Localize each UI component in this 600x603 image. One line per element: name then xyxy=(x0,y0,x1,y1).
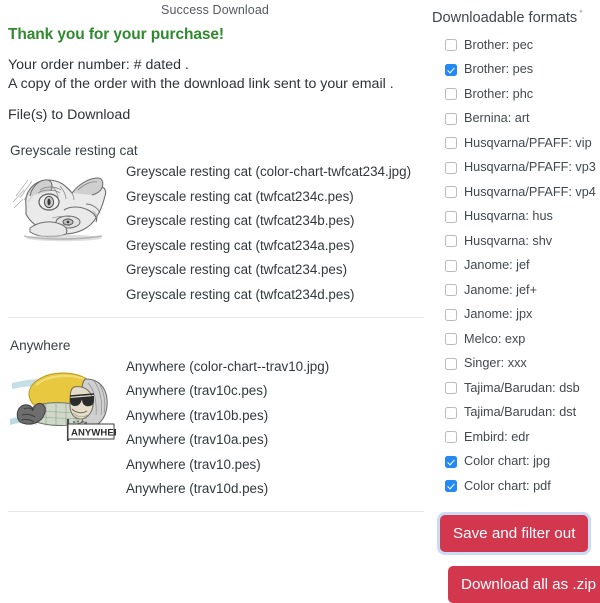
checkbox-icon[interactable] xyxy=(445,186,457,199)
checkbox-label: Brother: pes xyxy=(464,62,534,77)
action-buttons: Save and filter out Download all as .zip xyxy=(432,514,600,603)
format-checkbox-melco-exp[interactable]: Melco: exp xyxy=(432,327,600,352)
checkbox-label: Husqvarna/PFAFF: vp3 xyxy=(464,160,596,175)
checkbox-label: Tajima/Barudan: dst xyxy=(464,405,577,420)
format-checkbox-husqvarna-pfaff-vip[interactable]: Husqvarna/PFAFF: vip xyxy=(432,131,600,156)
file-link-list: Greyscale resting cat (color-chart-twfca… xyxy=(126,164,424,301)
section-divider xyxy=(8,511,424,513)
checkbox-icon[interactable] xyxy=(445,88,457,101)
checkbox-icon[interactable] xyxy=(445,235,457,248)
checkbox-icon[interactable] xyxy=(445,39,457,52)
checkbox-label: Tajima/Barudan: dsb xyxy=(464,380,580,395)
product-thumbnail-wrapper: ANYWHERE xyxy=(8,359,126,447)
format-checkbox-janome-jef[interactable]: Janome: jef xyxy=(432,254,600,279)
product-group-anywhere: Anywhere ANYWHE Anywhere (color-chart--t… xyxy=(8,337,424,513)
checkbox-icon[interactable] xyxy=(445,431,457,444)
file-link[interactable]: Anywhere (trav10c.pes) xyxy=(126,384,424,408)
format-checkbox-husqvarna-hus[interactable]: Husqvarna: hus xyxy=(432,205,600,230)
checkbox-icon[interactable] xyxy=(445,259,457,272)
product-thumbnail-wrapper xyxy=(8,164,126,253)
format-checkbox-tajima-barudan-dst[interactable]: Tajima/Barudan: dst xyxy=(432,401,600,426)
checkbox-label: Brother: pec xyxy=(464,37,534,52)
thank-you-heading: Thank you for your purchase! xyxy=(8,26,224,43)
checkbox-icon[interactable] xyxy=(445,210,457,223)
file-link[interactable]: Greyscale resting cat (twfcat234b.pes) xyxy=(126,214,424,238)
checkbox-label: Husqvarna: hus xyxy=(464,209,553,224)
checkbox-label: Husqvarna/PFAFF: vp4 xyxy=(464,184,596,199)
checkbox-icon[interactable] xyxy=(445,406,457,419)
file-link[interactable]: Anywhere (trav10b.pes) xyxy=(126,408,424,433)
checkbox-label: Embird: edr xyxy=(464,429,530,444)
anywhere-thumbnail: ANYWHERE xyxy=(8,360,116,447)
file-link[interactable]: Anywhere (trav10d.pes) xyxy=(126,482,424,496)
file-link[interactable]: Greyscale resting cat (twfcat234d.pes) xyxy=(126,287,424,301)
format-checkbox-brother-phc[interactable]: Brother: phc xyxy=(432,82,600,107)
file-link[interactable]: Greyscale resting cat (color-chart-twfca… xyxy=(126,165,424,189)
checkbox-checked-icon[interactable] xyxy=(445,63,457,76)
format-checkbox-janome-jef-plus[interactable]: Janome: jef+ xyxy=(432,278,600,303)
checkbox-icon[interactable] xyxy=(445,382,457,395)
checkbox-icon[interactable] xyxy=(445,137,457,150)
format-checkbox-brother-pec[interactable]: Brother: pec xyxy=(432,33,600,58)
required-asterisk: * xyxy=(579,8,583,18)
order-summary-panel: Thank you for your purchase! Your order … xyxy=(8,26,424,513)
checkbox-icon[interactable] xyxy=(445,333,457,346)
checkbox-icon[interactable] xyxy=(445,308,457,321)
checkbox-label: Husqvarna: shv xyxy=(464,233,553,248)
checkbox-label: Color chart: pdf xyxy=(464,478,551,493)
checkbox-icon[interactable] xyxy=(445,284,457,297)
format-checkbox-list: Brother: pec Brother: pes Brother: phc B… xyxy=(432,33,600,499)
checkbox-label: Color chart: jpg xyxy=(464,454,551,469)
formats-heading: Downloadable formats * xyxy=(432,8,600,26)
save-and-filter-button[interactable]: Save and filter out xyxy=(440,514,589,552)
format-checkbox-brother-pes[interactable]: Brother: pes xyxy=(432,58,600,83)
file-link[interactable]: Anywhere (trav10a.pes) xyxy=(126,433,424,457)
format-checkbox-tajima-barudan-dsb[interactable]: Tajima/Barudan: dsb xyxy=(432,376,600,401)
product-title: Greyscale resting cat xyxy=(10,143,138,159)
checkbox-label: Janome: jef xyxy=(464,258,530,273)
checkbox-label: Bernina: art xyxy=(464,111,530,126)
checkbox-label: Janome: jpx xyxy=(464,307,533,322)
checkbox-label: Husqvarna/PFAFF: vip xyxy=(464,135,592,150)
download-all-zip-button[interactable]: Download all as .zip xyxy=(448,565,600,603)
checkbox-label: Brother: phc xyxy=(464,86,534,101)
file-link[interactable]: Anywhere (trav10.pes) xyxy=(126,457,424,482)
formats-heading-label: Downloadable formats xyxy=(432,10,578,26)
file-link-list: Anywhere (color-chart--trav10.jpg) Anywh… xyxy=(126,359,424,496)
order-number-line: Your order number: # dated . xyxy=(8,57,189,73)
format-checkbox-color-chart-jpg[interactable]: Color chart: jpg xyxy=(432,450,600,475)
format-checkbox-janome-jpx[interactable]: Janome: jpx xyxy=(432,303,600,328)
format-checkbox-embird-edr[interactable]: Embird: edr xyxy=(432,425,600,450)
format-checkbox-husqvarna-pfaff-vp4[interactable]: Husqvarna/PFAFF: vp4 xyxy=(432,180,600,205)
checkbox-label: Melco: exp xyxy=(464,331,526,346)
order-email-line: A copy of the order with the download li… xyxy=(8,75,394,92)
section-divider xyxy=(8,316,424,318)
format-checkbox-husqvarna-pfaff-vp3[interactable]: Husqvarna/PFAFF: vp3 xyxy=(432,156,600,181)
downloadable-formats-panel: Downloadable formats * Brother: pec Broth… xyxy=(432,8,600,603)
format-checkbox-husqvarna-shv[interactable]: Husqvarna: shv xyxy=(432,229,600,254)
checkbox-icon[interactable] xyxy=(445,112,457,125)
svg-text:ANYWHERE: ANYWHERE xyxy=(71,427,116,438)
checkbox-checked-icon[interactable] xyxy=(445,480,457,493)
page-title: Success Download xyxy=(161,3,269,17)
checkbox-label: Singer: xxx xyxy=(464,356,527,371)
file-link[interactable]: Greyscale resting cat (twfcat234c.pes) xyxy=(126,190,424,214)
format-checkbox-singer-xxx[interactable]: Singer: xxx xyxy=(432,352,600,377)
checkbox-checked-icon[interactable] xyxy=(445,455,457,468)
file-link[interactable]: Anywhere (color-chart--trav10.jpg) xyxy=(126,360,424,384)
greyscale-resting-cat-thumbnail xyxy=(8,166,116,253)
files-to-download-heading: File(s) to Download xyxy=(8,107,131,124)
checkbox-icon[interactable] xyxy=(445,161,457,174)
checkbox-label: Janome: jef+ xyxy=(464,282,537,297)
format-checkbox-bernina-art[interactable]: Bernina: art xyxy=(432,107,600,132)
checkbox-icon[interactable] xyxy=(445,357,457,370)
format-checkbox-color-chart-pdf[interactable]: Color chart: pdf xyxy=(432,474,600,499)
product-group-greyscale-resting-cat: Greyscale resting cat Greyscale resting … xyxy=(8,143,424,318)
file-link[interactable]: Greyscale resting cat (twfcat234a.pes) xyxy=(126,238,424,263)
product-title: Anywhere xyxy=(10,337,71,353)
file-link[interactable]: Greyscale resting cat (twfcat234.pes) xyxy=(126,263,424,287)
